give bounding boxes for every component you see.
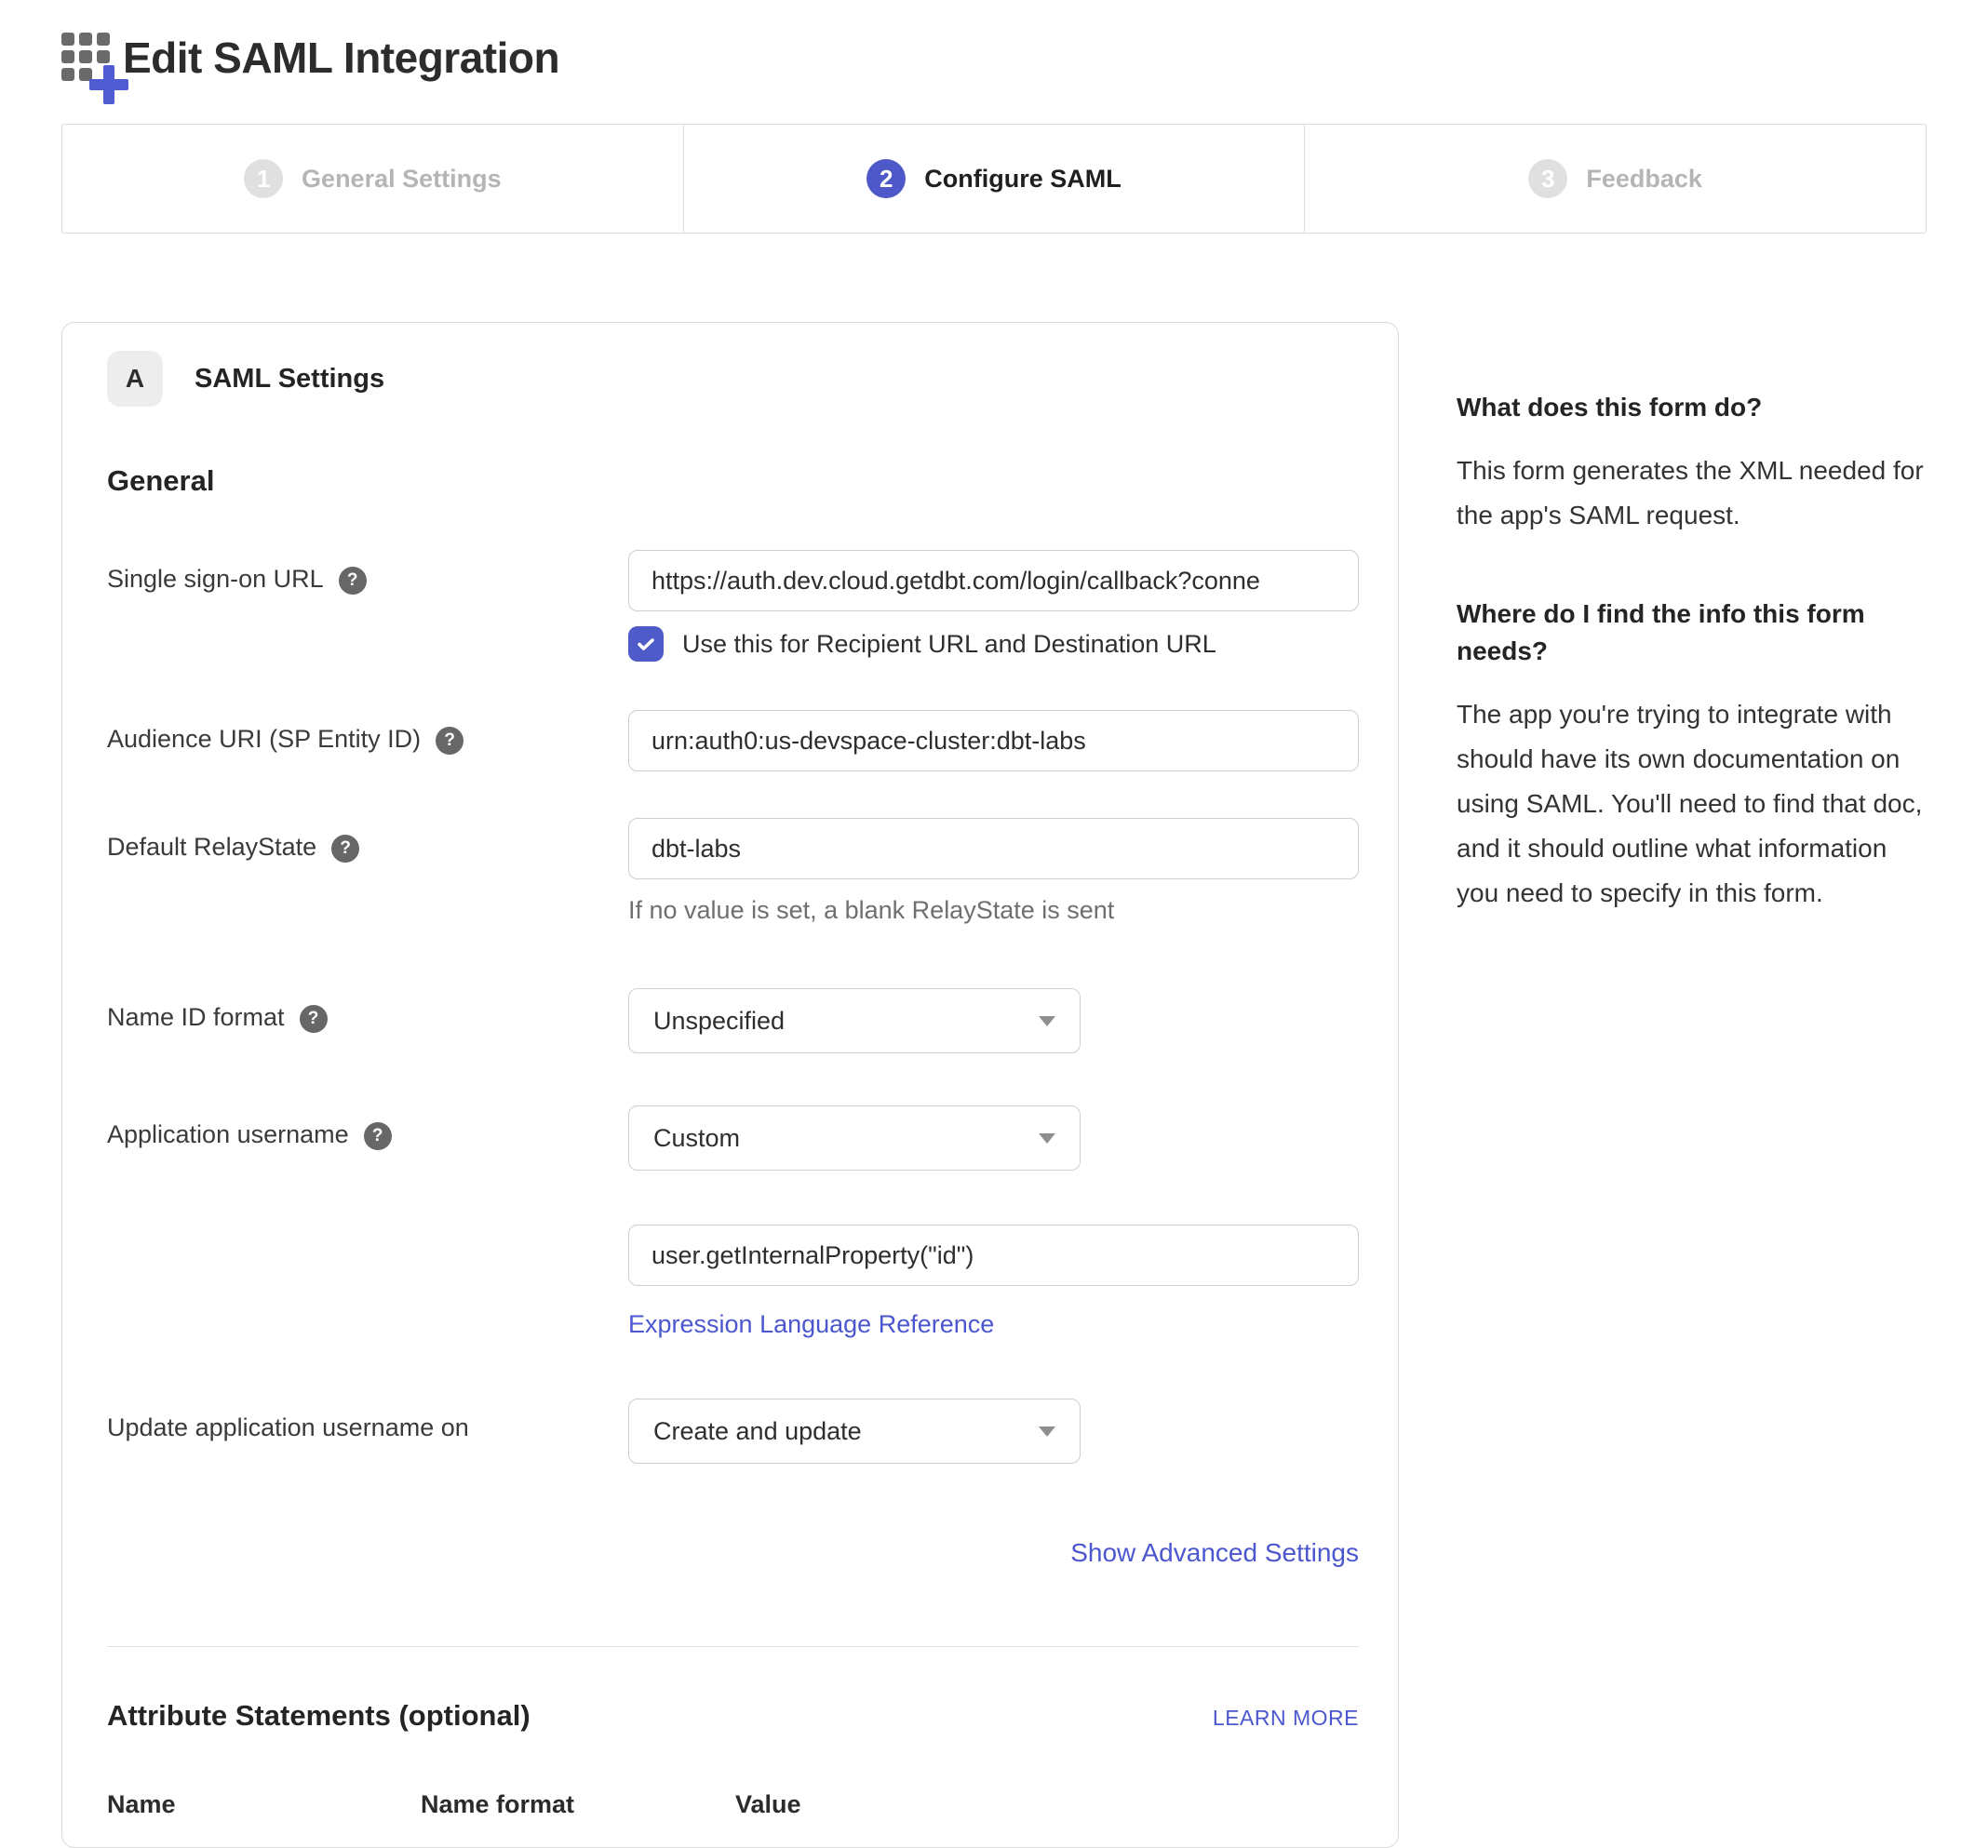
sidebar-answer-2: The app you're trying to integrate with …: [1457, 692, 1927, 916]
column-header-value: Value: [735, 1790, 801, 1819]
app-username-custom-input[interactable]: user.getInternalProperty("id"): [628, 1225, 1359, 1286]
nameid-format-select[interactable]: Unspecified: [628, 988, 1081, 1053]
wizard-steps: 1 General Settings 2 Configure SAML 3 Fe…: [61, 124, 1927, 234]
chevron-down-icon: [1039, 1426, 1055, 1437]
wizard-step-feedback[interactable]: 3 Feedback: [1304, 125, 1926, 233]
step-number-badge: 1: [244, 159, 283, 198]
page: Edit SAML Integration 1 General Settings…: [0, 22, 1988, 1848]
update-username-value: Create and update: [653, 1417, 862, 1446]
sidebar-answer-1: This form generates the XML needed for t…: [1457, 449, 1927, 538]
general-section-title: General: [107, 464, 1359, 498]
expression-language-reference-link[interactable]: Expression Language Reference: [628, 1310, 994, 1339]
step-number-badge: 2: [866, 159, 906, 198]
step-label: Feedback: [1586, 165, 1702, 194]
sso-url-input[interactable]: https://auth.dev.cloud.getdbt.com/login/…: [628, 550, 1359, 611]
card-header: A SAML Settings: [107, 351, 1359, 407]
section-a-badge: A: [107, 351, 163, 407]
app-username-value: Custom: [653, 1124, 740, 1153]
attribute-table-headers: Name Name format Value: [107, 1790, 1359, 1819]
field-row-nameid: Name ID format ? Unspecified: [107, 988, 1359, 1053]
app-username-label: Application username: [107, 1120, 349, 1149]
field-row-sso: Single sign-on URL ? https://auth.dev.cl…: [107, 550, 1359, 662]
help-icon[interactable]: ?: [339, 567, 367, 595]
recipient-destination-checkbox-label: Use this for Recipient URL and Destinati…: [682, 630, 1216, 659]
audience-uri-input[interactable]: urn:auth0:us-devspace-cluster:dbt-labs: [628, 710, 1359, 771]
help-icon[interactable]: ?: [436, 727, 463, 755]
help-sidebar: What does this form do? This form genera…: [1457, 322, 1927, 973]
learn-more-link[interactable]: LEARN MORE: [1213, 1706, 1359, 1731]
relaystate-label: Default RelayState: [107, 833, 316, 862]
nameid-format-label: Name ID format: [107, 1003, 285, 1032]
step-label: General Settings: [302, 165, 502, 194]
audience-uri-label: Audience URI (SP Entity ID): [107, 725, 421, 754]
wizard-step-general-settings[interactable]: 1 General Settings: [62, 125, 683, 233]
sidebar-question-1: What does this form do?: [1457, 389, 1927, 426]
app-username-select[interactable]: Custom: [628, 1105, 1081, 1171]
card-title: SAML Settings: [195, 364, 384, 395]
help-icon[interactable]: ?: [364, 1122, 392, 1150]
check-icon: [635, 633, 657, 655]
relaystate-helper-text: If no value is set, a blank RelayState i…: [628, 896, 1359, 925]
update-username-select[interactable]: Create and update: [628, 1399, 1081, 1464]
update-username-label: Update application username on: [107, 1413, 469, 1442]
field-row-app-username: Application username ? Custom user.getIn…: [107, 1105, 1359, 1339]
attribute-statements-title: Attribute Statements (optional): [107, 1699, 531, 1733]
field-row-relaystate: Default RelayState ? dbt-labs If no valu…: [107, 818, 1359, 925]
field-row-update-username: Update application username on Create an…: [107, 1399, 1359, 1464]
sidebar-question-2: Where do I find the info this form needs…: [1457, 596, 1927, 670]
column-header-name-format: Name format: [421, 1790, 735, 1819]
recipient-destination-checkbox[interactable]: [628, 626, 664, 662]
page-header: Edit SAML Integration: [61, 22, 1927, 93]
show-advanced-settings-link[interactable]: Show Advanced Settings: [1070, 1538, 1359, 1567]
help-icon[interactable]: ?: [331, 835, 359, 863]
grid-plus-icon: [61, 29, 119, 87]
nameid-format-value: Unspecified: [653, 1007, 785, 1036]
step-number-badge: 3: [1528, 159, 1567, 198]
step-label: Configure SAML: [924, 165, 1121, 194]
saml-settings-card: A SAML Settings General Single sign-on U…: [61, 322, 1399, 1848]
help-icon[interactable]: ?: [300, 1005, 328, 1033]
wizard-step-configure-saml[interactable]: 2 Configure SAML: [683, 125, 1305, 233]
chevron-down-icon: [1039, 1016, 1055, 1026]
column-header-name: Name: [107, 1790, 421, 1819]
field-row-audience: Audience URI (SP Entity ID) ? urn:auth0:…: [107, 710, 1359, 771]
relaystate-input[interactable]: dbt-labs: [628, 818, 1359, 879]
sso-url-label: Single sign-on URL: [107, 565, 324, 594]
section-divider: [107, 1646, 1359, 1647]
chevron-down-icon: [1039, 1133, 1055, 1144]
page-title: Edit SAML Integration: [123, 33, 559, 83]
